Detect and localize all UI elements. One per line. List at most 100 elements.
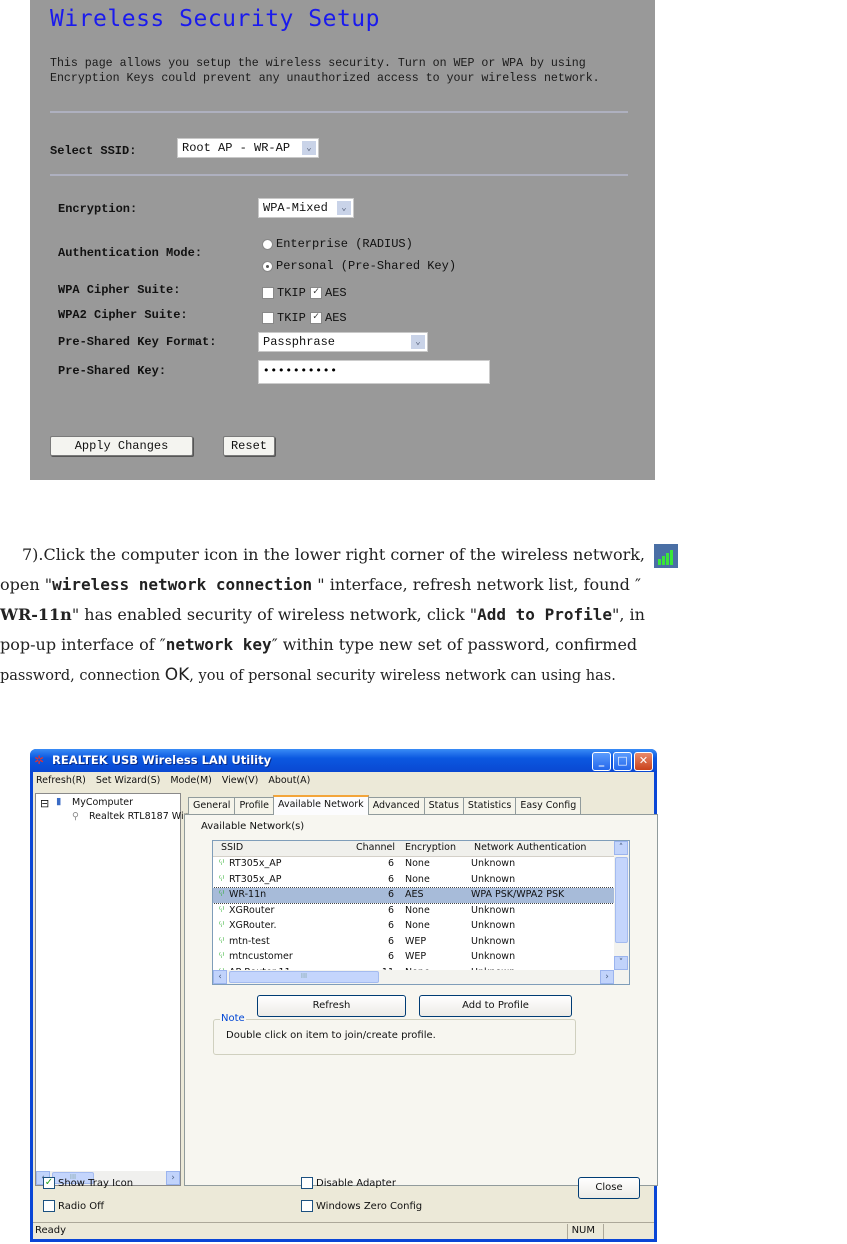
tab-easy-config[interactable]: Easy Config [515,797,582,814]
radio-off-checkbox[interactable]: Radio Off [43,1200,104,1212]
scroll-thumb[interactable] [615,857,628,943]
cell-ssid: RT305x_AP [229,858,282,869]
scroll-up-icon[interactable]: ˄ [614,841,628,855]
menu-refresh[interactable]: Refresh(R) [36,775,86,786]
wpa2-aes-checkbox[interactable]: ✓ AES [310,311,347,325]
list-horizontal-scrollbar[interactable]: ‹ III › [213,970,629,984]
radio-button-selected[interactable] [262,260,273,272]
encryption-select[interactable]: WPA-Mixed ⌄ [258,198,354,218]
cell-encryption: None [405,873,430,885]
select-ssid-label: Select SSID: [50,144,137,158]
cell-auth: Unknown [471,920,516,931]
checkbox[interactable] [262,312,274,324]
app-icon: ✲ [34,753,45,767]
num-lock-indicator: NUM [566,1224,604,1239]
wireless-signal-icon [654,543,679,568]
menu-view[interactable]: View(V) [222,775,258,786]
add-to-profile-button[interactable]: Add to Profile [419,995,572,1017]
tab-advanced[interactable]: Advanced [367,797,425,814]
note-text: Double click on item to join/create prof… [226,1030,436,1041]
scroll-thumb[interactable]: III [229,971,379,983]
windows-zero-config-checkbox[interactable]: Windows Zero Config [301,1200,422,1212]
radio-button[interactable] [262,238,273,250]
psk-format-label: Pre-Shared Key Format: [58,335,217,349]
ssid-select[interactable]: Root AP - WR-AP ⌄ [177,138,319,158]
chevron-down-icon: ⌄ [337,201,351,215]
check-icon[interactable]: ✓ [310,312,322,324]
column-channel[interactable]: Channel [356,842,395,853]
checkbox-label: Radio Off [58,1200,105,1212]
minimize-button[interactable]: _ [592,752,611,771]
tab-bar: General Profile Available Network Advanc… [188,795,582,815]
page-description: This page allows you setup the wireless … [50,57,600,85]
network-row[interactable]: ⁽ᵢ⁾ mtn-test 6 WEP Unknown [213,935,614,950]
scroll-right-icon[interactable]: › [600,970,614,984]
wpa-tkip-checkbox[interactable]: TKIP [262,286,306,300]
checkbox-label: Disable Adapter [316,1177,396,1189]
tab-status[interactable]: Status [423,797,464,814]
emphasis-text: OK [164,665,190,685]
signal-icon: ⁽ᵢ⁾ [219,935,225,945]
column-network-authentication[interactable]: Network Authentication [474,842,586,853]
reset-button[interactable]: Reset [223,436,275,456]
cell-channel: 6 [387,951,394,962]
paragraph-line: pop-up interface of ″network key″ within… [0,630,847,660]
paragraph-text: 7).Click the computer icon in the lower … [22,545,645,564]
network-row[interactable]: ⁽ᵢ⁾ XGRouter 6 None Unknown [213,904,614,919]
checkbox[interactable] [301,1177,313,1189]
available-network-panel: Available Network(s) SSID Channel Encryp… [184,814,658,1186]
network-row[interactable]: ⁽ᵢ⁾ WR-11n 6 AES WPA PSK/WPA2 PSK [213,887,615,904]
network-row[interactable]: ⁽ᵢ⁾ XGRouter. 6 None Unknown [213,919,614,934]
collapse-icon[interactable]: ⊟ [40,797,49,810]
cell-auth: WPA PSK/WPA2 PSK [471,889,565,900]
maximize-button[interactable]: □ [613,752,632,771]
disable-adapter-checkbox[interactable]: Disable Adapter [301,1177,396,1189]
close-window-button[interactable]: ✕ [634,752,653,771]
menu-set-wizard[interactable]: Set Wizard(S) [96,775,160,786]
auth-option-enterprise[interactable]: Enterprise (RADIUS) [262,237,413,251]
check-icon[interactable]: ✓ [310,287,322,299]
cell-encryption: WEP [405,951,427,962]
psk-format-select[interactable]: Passphrase ⌄ [258,332,428,352]
check-icon[interactable]: ✓ [43,1177,55,1189]
tab-general[interactable]: General [188,797,236,814]
network-row[interactable]: ⁽ᵢ⁾ RT305x_AP 6 None Unknown [213,873,614,888]
psk-input[interactable]: •••••••••• [258,360,490,384]
checkbox[interactable] [301,1200,313,1212]
close-button[interactable]: Close [578,1177,640,1199]
list-vertical-scrollbar[interactable]: ˄ ˅ [614,841,629,970]
signal-icon: ⁽ᵢ⁾ [219,920,225,929]
scroll-left-icon[interactable]: ‹ [213,970,227,984]
menu-about[interactable]: About(A) [268,775,310,786]
tab-available-network[interactable]: Available Network [273,795,369,815]
signal-icon: ⁽ᵢ⁾ [219,873,225,883]
paragraph-text: pop-up interface of ″ [0,635,166,654]
scroll-down-icon[interactable]: ˅ [614,956,628,970]
refresh-button[interactable]: Refresh [257,995,406,1017]
note-group: Note Double click on item to join/create… [213,1013,576,1055]
wpa-aes-checkbox[interactable]: ✓ AES [310,286,347,300]
cell-ssid: WR-11n [229,889,267,900]
column-encryption[interactable]: Encryption [405,842,456,853]
cell-channel: 6 [387,920,394,931]
network-row[interactable]: ⁽ᵢ⁾ mtncustomer 6 WEP Unknown [213,950,614,965]
cell-ssid: XGRouter [229,904,275,916]
cell-encryption: None [405,920,430,931]
checkbox[interactable] [262,287,274,299]
tree-item-adapter[interactable]: Realtek RTL8187 Wir [89,811,188,822]
tree-item-mycomputer[interactable]: MyComputer [72,797,133,808]
wpa2-tkip-checkbox[interactable]: TKIP [262,311,306,325]
show-tray-icon-checkbox[interactable]: ✓ Show Tray Icon [43,1177,133,1189]
paragraph-text: " has enabled security of wireless netwo… [71,605,478,624]
checkbox[interactable] [43,1200,55,1212]
tab-profile[interactable]: Profile [234,797,274,814]
auth-option-personal[interactable]: Personal (Pre-Shared Key) [262,259,456,273]
tab-statistics[interactable]: Statistics [462,797,517,814]
title-bar[interactable]: ✲ REALTEK USB Wireless LAN Utility _ □ ✕ [30,749,657,772]
scroll-right-icon[interactable]: › [166,1171,180,1185]
signal-icon: ⁽ᵢ⁾ [219,858,225,867]
network-row[interactable]: ⁽ᵢ⁾ RT305x_AP 6 None Unknown [213,857,614,872]
menu-mode[interactable]: Mode(M) [170,775,212,786]
column-ssid[interactable]: SSID [221,842,243,853]
apply-changes-button[interactable]: Apply Changes [50,436,193,456]
